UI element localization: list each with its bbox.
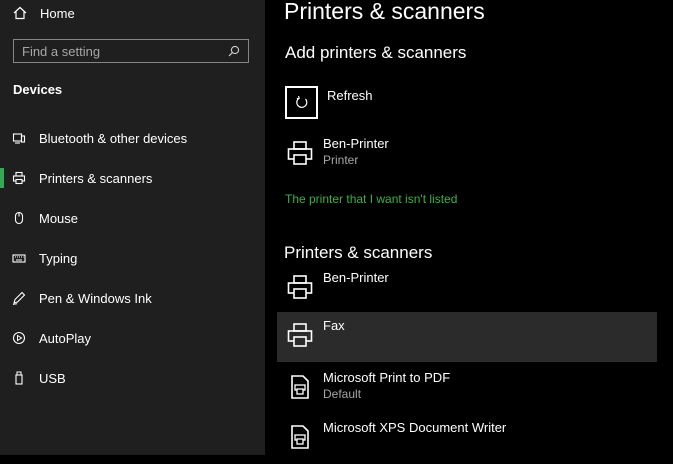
page-title: Printers & scanners <box>284 0 485 24</box>
sidebar-item-bluetooth[interactable]: Bluetooth & other devices <box>0 126 265 150</box>
device-name: Microsoft Print to PDF <box>323 370 451 385</box>
document-printer-icon <box>285 422 315 452</box>
home-icon <box>13 6 27 20</box>
device-name: Microsoft XPS Document Writer <box>323 420 507 435</box>
home-link[interactable]: Home <box>13 3 75 23</box>
sidebar-item-usb[interactable]: USB <box>0 366 265 390</box>
printer-not-listed-link[interactable]: The printer that I want isn't listed <box>285 192 457 206</box>
mouse-icon <box>12 211 26 225</box>
sidebar-item-typing[interactable]: Typing <box>0 246 265 270</box>
device-name: Ben-Printer <box>323 270 389 285</box>
section-title: Devices <box>13 82 63 97</box>
autoplay-icon <box>12 331 26 345</box>
sidebar-item-mouse[interactable]: Mouse <box>0 206 265 230</box>
printer-icon <box>285 272 315 302</box>
printer-icon <box>285 138 315 168</box>
pen-icon <box>12 291 26 305</box>
search-icon[interactable] <box>228 45 240 57</box>
refresh-icon <box>294 95 310 111</box>
sidebar-item-label: Typing <box>39 250 78 266</box>
device-list-item[interactable]: Fax <box>277 312 657 362</box>
sidebar-item-autoplay[interactable]: AutoPlay <box>0 326 265 350</box>
sidebar-item-label: AutoPlay <box>39 330 92 346</box>
search-input[interactable] <box>22 43 228 59</box>
sidebar-item-pen[interactable]: Pen & Windows Ink <box>0 286 265 310</box>
sidebar-item-label: Pen & Windows Ink <box>39 290 152 306</box>
sidebar-item-label: Mouse <box>39 210 79 226</box>
device-list-item[interactable]: Microsoft XPS Document Writer <box>277 414 657 464</box>
printer-icon <box>285 320 315 350</box>
printers-list-title: Printers & scanners <box>284 243 433 262</box>
sidebar-item-printers[interactable]: Printers & scanners <box>0 166 265 190</box>
device-name: Fax <box>323 318 345 333</box>
bluetooth-devices-icon <box>12 131 26 145</box>
device-list-item[interactable]: Microsoft Print to PDF Default <box>277 364 657 414</box>
refresh-label[interactable]: Refresh <box>327 88 373 103</box>
keyboard-icon <box>12 251 26 265</box>
main-content: Printers & scanners Add printers & scann… <box>265 0 673 455</box>
usb-icon <box>12 371 26 385</box>
document-printer-icon <box>285 372 315 402</box>
device-list-item[interactable]: Ben-Printer <box>277 264 657 314</box>
device-name: Ben-Printer <box>323 136 389 151</box>
sidebar-item-label: Printers & scanners <box>39 170 153 186</box>
sidebar-item-label: Bluetooth & other devices <box>39 130 188 146</box>
search-box[interactable] <box>13 39 249 63</box>
device-status: Printer <box>323 153 359 167</box>
device-status: Default <box>323 387 362 401</box>
home-label: Home <box>40 5 75 21</box>
refresh-button[interactable] <box>285 86 318 119</box>
found-device-item[interactable]: Ben-Printer Printer <box>277 130 657 180</box>
add-section-title: Add printers & scanners <box>285 43 467 62</box>
sidebar: Home Devices Bluetooth & other devices P… <box>0 0 265 455</box>
sidebar-item-label: USB <box>39 370 66 386</box>
printer-icon <box>12 171 26 185</box>
